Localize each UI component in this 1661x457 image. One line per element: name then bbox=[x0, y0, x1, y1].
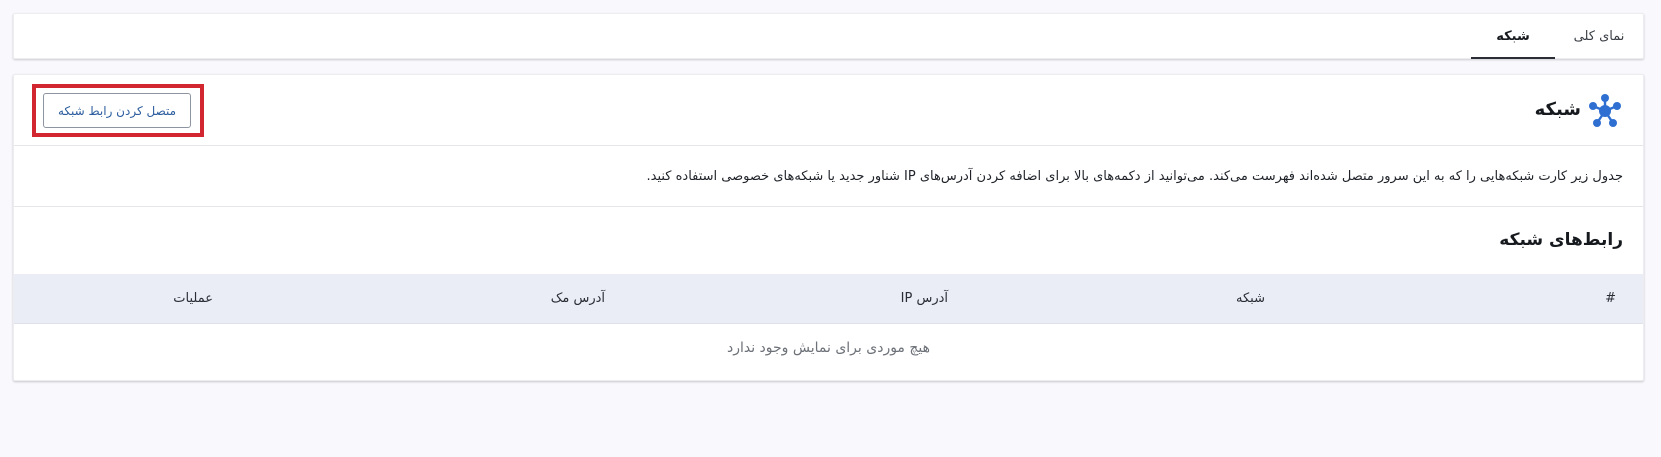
tab-network[interactable]: شبکه bbox=[1471, 14, 1555, 60]
card-header: شبکه متصل کردن رابط شبکه bbox=[14, 75, 1643, 146]
network-hub-icon bbox=[1589, 94, 1621, 127]
network-description: جدول زیر کارت شبکه‌هایی را که به این سرو… bbox=[14, 147, 1643, 207]
connect-network-interface-button[interactable]: متصل کردن رابط شبکه bbox=[43, 93, 191, 128]
tab-overview[interactable]: نمای کلی bbox=[1555, 14, 1643, 60]
column-index: # bbox=[1605, 291, 1616, 306]
column-mac-address: آدرس مک bbox=[550, 291, 605, 306]
empty-table-message: هیچ موردی برای نمایش وجود ندارد bbox=[726, 340, 931, 356]
active-tab-indicator bbox=[1471, 57, 1555, 59]
interfaces-section-title: رابط‌های شبکه bbox=[1499, 230, 1623, 250]
tab-bar: نمای کلی شبکه bbox=[13, 13, 1644, 59]
interfaces-table-header: # شبکه آدرس IP آدرس مک عملیات bbox=[14, 274, 1643, 324]
column-network: شبکه bbox=[1236, 291, 1265, 306]
column-ip-address: آدرس IP bbox=[900, 291, 948, 306]
network-card: شبکه متصل کردن رابط شبکه جدول زیر کارت ش… bbox=[13, 74, 1644, 381]
page-title: شبکه bbox=[1534, 99, 1581, 120]
column-operations: عملیات bbox=[173, 291, 213, 306]
